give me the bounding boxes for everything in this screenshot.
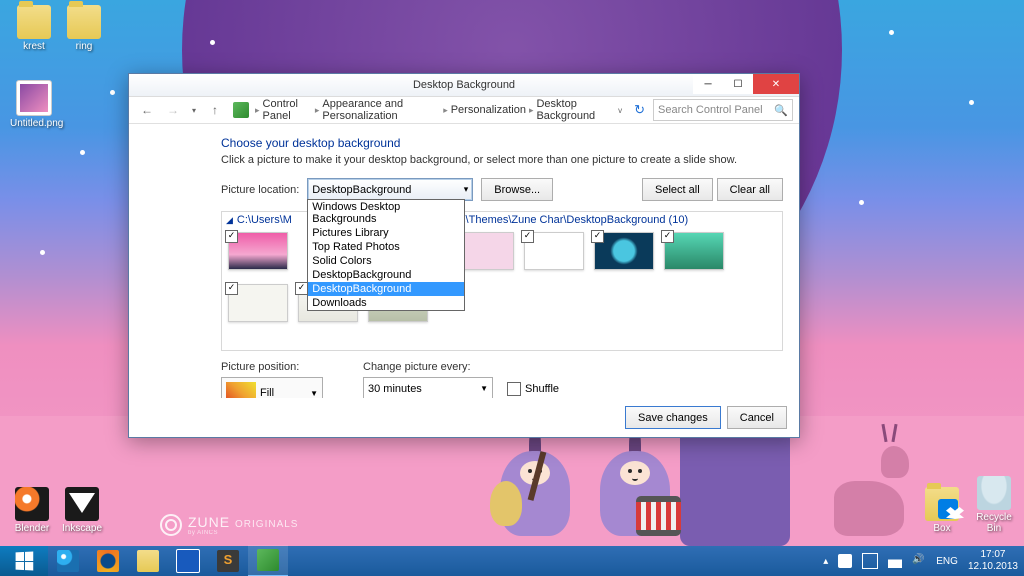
breadcrumb-desktop-background[interactable]: Desktop Background [536,98,612,122]
titlebar[interactable]: Desktop Background ─ ☐ ✕ [129,74,799,97]
cancel-button[interactable]: Cancel [727,406,787,429]
page-subtext: Click a picture to make it your desktop … [221,154,783,166]
refresh-button[interactable]: ↻ [634,102,645,118]
taskbar-firefox[interactable] [88,546,128,576]
taskbar-sublime[interactable] [208,546,248,576]
thumbnail-checkbox[interactable]: ✓ [661,230,674,243]
network-icon[interactable] [888,554,902,568]
picture-position-label: Picture position: [221,361,323,373]
wallpaper-character-guitar [500,426,570,536]
close-button[interactable]: ✕ [753,74,799,94]
dropdown-option[interactable]: Downloads [308,296,464,310]
breadcrumb: ▸ Control Panel ▸ Appearance and Persona… [255,98,612,122]
picture-location-dropdown[interactable]: DesktopBackground▾ [307,178,473,201]
thumbnail-checkbox[interactable]: ✓ [225,282,238,295]
desktop[interactable]: ZUNE ORIGINALSby AINCS krest ring Untitl… [0,0,1024,576]
select-all-button[interactable]: Select all [642,178,713,201]
dropdown-option[interactable]: DesktopBackground [308,268,464,282]
tray-dropbox-icon[interactable] [838,554,852,568]
change-every-label: Change picture every: [363,361,559,373]
desktop-background-window: Desktop Background ─ ☐ ✕ ← → ▾ ↑ ▸ Contr… [128,73,800,438]
thumbnail-checkbox[interactable]: ✓ [225,230,238,243]
desktop-icon-blender[interactable]: Blender [8,487,56,534]
thumbnail-checkbox[interactable]: ✓ [591,230,604,243]
gallery-folder-1[interactable]: ◢C:\Users\M [226,214,292,226]
shuffle-checkbox[interactable]: Shuffle [507,382,559,396]
clock[interactable]: 17:0712.10.2013 [968,549,1018,573]
gallery-folder-2[interactable]: ows\Themes\Zune Char\DesktopBackground (… [446,214,688,226]
taskbar-file-explorer[interactable] [128,546,168,576]
taskbar-control-panel[interactable] [248,545,288,576]
dropdown-option[interactable]: Windows Desktop Backgrounds [308,200,464,226]
language-indicator[interactable]: ENG [936,556,958,567]
breadcrumb-personalization[interactable]: Personalization [451,104,526,116]
wallpaper-thumbnail[interactable]: ✓ [228,232,286,270]
history-dropdown[interactable]: ▾ [187,99,201,121]
change-interval-dropdown[interactable]: 30 minutes▼ [363,377,493,398]
save-changes-button[interactable]: Save changes [625,406,721,429]
dropdown-option[interactable]: Solid Colors [308,254,464,268]
search-input[interactable]: Search Control Panel🔍 [653,99,793,121]
browse-button[interactable]: Browse... [481,178,553,201]
breadcrumb-dropdown[interactable]: v [614,106,626,115]
wallpaper-deer [834,436,904,536]
window-footer: Save changes Cancel [129,398,799,437]
up-button[interactable]: ↑ [203,99,227,121]
tray-overflow-icon[interactable]: ▴ [823,556,828,567]
desktop-icon-box[interactable]: Box [918,487,966,534]
dropdown-option-selected[interactable]: DesktopBackground [308,282,464,296]
taskbar-ie[interactable] [48,546,88,576]
nav-toolbar: ← → ▾ ↑ ▸ Control Panel ▸ Appearance and… [129,97,799,124]
desktop-icon-folder-ring[interactable]: ring [60,5,108,52]
thumbnail-checkbox[interactable]: ✓ [521,230,534,243]
wallpaper-drum [636,496,681,536]
wallpaper-gallery: ◢C:\Users\M ows\Themes\Zune Char\Desktop… [221,211,783,351]
minimize-button[interactable]: ─ [693,74,723,94]
system-tray: ▴ 🔊 ENG 17:0712.10.2013 [817,549,1024,573]
maximize-button[interactable]: ☐ [723,74,753,94]
desktop-icon-untitled-png[interactable]: Untitled.png [10,80,58,129]
picture-position-dropdown[interactable]: Fill▼ [221,377,323,398]
desktop-icon-inkscape[interactable]: Inkscape [58,487,106,534]
clear-all-button[interactable]: Clear all [717,178,783,201]
picture-location-dropdown-list: Windows Desktop Backgrounds Pictures Lib… [307,199,465,311]
breadcrumb-control-panel[interactable]: Control Panel [263,98,312,122]
picture-location-label: Picture location: [221,184,299,196]
volume-icon[interactable]: 🔊 [912,554,926,568]
wallpaper-thumbnail[interactable]: ✓ [228,284,286,322]
breadcrumb-appearance[interactable]: Appearance and Personalization [322,98,440,122]
page-heading: Choose your desktop background [221,136,783,150]
back-button[interactable]: ← [135,99,159,121]
wallpaper-thumbnail[interactable]: ✓ [524,232,582,270]
dropdown-option[interactable]: Pictures Library [308,226,464,240]
desktop-icon-recycle-bin[interactable]: Recycle Bin [970,476,1018,534]
taskbar: ▴ 🔊 ENG 17:0712.10.2013 [0,546,1024,576]
taskbar-app-blue[interactable] [168,546,208,576]
start-button[interactable] [0,546,48,576]
dropdown-option[interactable]: Top Rated Photos [308,240,464,254]
window-title: Desktop Background [413,79,515,91]
search-icon: 🔍 [774,104,788,117]
wallpaper-thumbnail[interactable]: ✓ [594,232,652,270]
control-panel-icon [233,102,249,118]
position-preview-icon [226,382,256,398]
desktop-icon-folder-krest[interactable]: krest [10,5,58,52]
action-center-icon[interactable] [862,553,878,569]
thumbnail-checkbox[interactable]: ✓ [295,282,308,295]
wallpaper-thumbnail[interactable]: ✓ [664,232,722,270]
zune-logo: ZUNE ORIGINALSby AINCS [160,514,298,536]
forward-button[interactable]: → [161,99,185,121]
